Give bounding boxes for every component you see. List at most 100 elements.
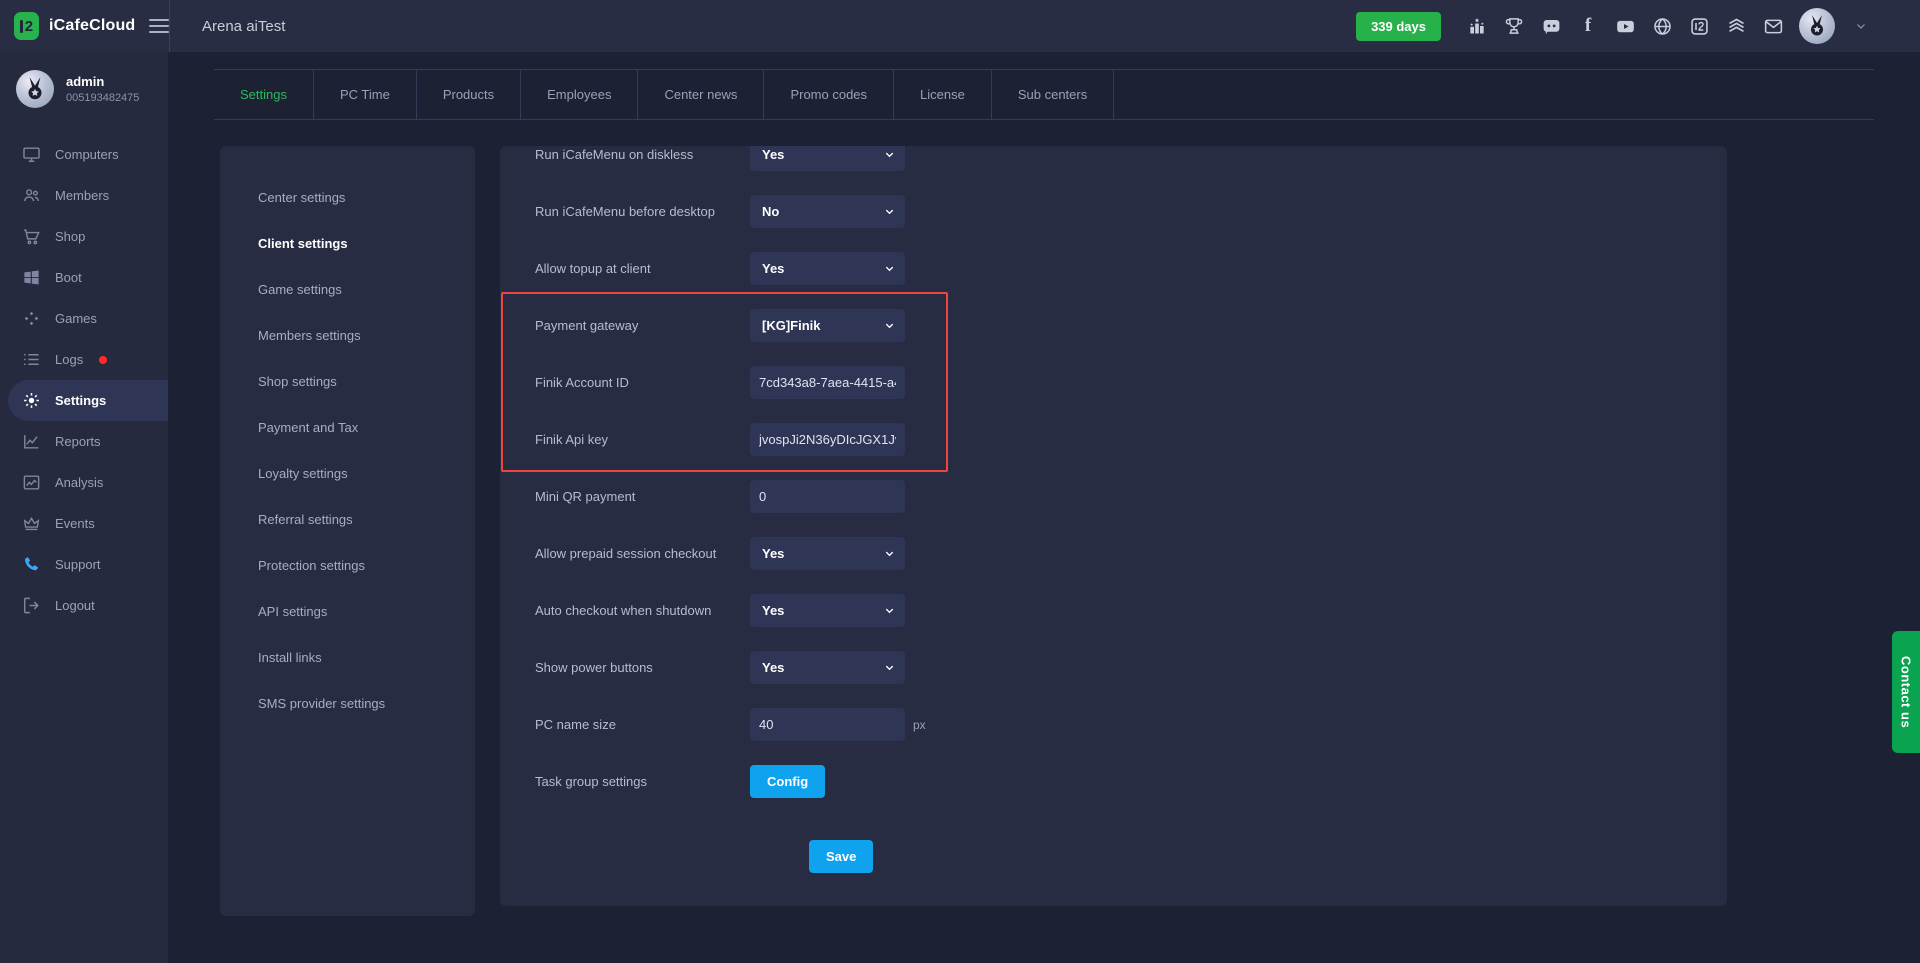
globe-icon[interactable] xyxy=(1651,15,1673,37)
payment-gateway-select[interactable]: [KG]Finik xyxy=(750,309,905,342)
field-label: Payment gateway xyxy=(535,318,750,333)
layers-icon[interactable] xyxy=(1725,15,1747,37)
sidebar-item-shop[interactable]: Shop xyxy=(0,216,168,257)
submenu-members-settings[interactable]: Members settings xyxy=(220,312,475,358)
sidebar-item-logout[interactable]: Logout xyxy=(0,585,168,626)
sidebar-item-games[interactable]: Games xyxy=(0,298,168,339)
topbar: 2 iCafeCloud Arena aiTest 339 days xyxy=(0,0,1920,52)
crown-icon xyxy=(22,514,41,533)
hamburger-menu-icon[interactable] xyxy=(149,15,169,37)
sidebar-item-events[interactable]: Events xyxy=(0,503,168,544)
field-label: Task group settings xyxy=(535,774,750,789)
tab-sub-centers[interactable]: Sub centers xyxy=(992,70,1114,119)
client-settings-form: Run iCafeMenu on diskless Yes Run iCafeM… xyxy=(500,146,1727,906)
chevron-down-icon xyxy=(884,263,895,274)
trophy-icon[interactable] xyxy=(1503,15,1525,37)
sidebar-item-reports[interactable]: Reports xyxy=(0,421,168,462)
mail-icon[interactable] xyxy=(1762,15,1784,37)
form-row-mini-qr-payment: Mini QR payment xyxy=(500,468,1727,525)
finik-account-id-input[interactable] xyxy=(750,366,905,399)
settings-panels: Center settings Client settings Game set… xyxy=(220,146,1920,916)
leaderboard-icon[interactable] xyxy=(1466,15,1488,37)
submenu-shop-settings[interactable]: Shop settings xyxy=(220,358,475,404)
tab-settings[interactable]: Settings xyxy=(214,70,314,119)
select-value: Yes xyxy=(762,546,784,561)
tab-products[interactable]: Products xyxy=(417,70,521,119)
tab-promo-codes[interactable]: Promo codes xyxy=(764,70,894,119)
form-row-run-icafemenu-on-diskless: Run iCafeMenu on diskless Yes xyxy=(500,146,1727,183)
field-label: Run iCafeMenu on diskless xyxy=(535,147,750,162)
finik-api-key-input[interactable] xyxy=(750,423,905,456)
pc-name-size-input[interactable] xyxy=(750,708,905,741)
save-button[interactable]: Save xyxy=(809,840,873,873)
youtube-icon[interactable] xyxy=(1614,15,1636,37)
chevron-down-icon[interactable] xyxy=(1850,15,1872,37)
tab-license[interactable]: License xyxy=(894,70,992,119)
field-label: Allow prepaid session checkout xyxy=(535,546,750,561)
submenu-loyalty-settings[interactable]: Loyalty settings xyxy=(220,450,475,496)
field-label: Show power buttons xyxy=(535,660,750,675)
tab-pc-time[interactable]: PC Time xyxy=(314,70,417,119)
auto-checkout-when-shutdown-select[interactable]: Yes xyxy=(750,594,905,627)
sidebar-item-support[interactable]: Support xyxy=(0,544,168,585)
logs-alert-dot xyxy=(99,356,107,364)
license-days-badge[interactable]: 339 days xyxy=(1356,12,1441,41)
submenu-payment-and-tax[interactable]: Payment and Tax xyxy=(220,404,475,450)
sidebar-item-members[interactable]: Members xyxy=(0,175,168,216)
form-row-payment-gateway: Payment gateway [KG]Finik xyxy=(500,297,1727,354)
task-group-config-button[interactable]: Config xyxy=(750,765,825,798)
allow-prepaid-session-checkout-select[interactable]: Yes xyxy=(750,537,905,570)
px-suffix: px xyxy=(913,718,926,732)
field-label: Run iCafeMenu before desktop xyxy=(535,204,750,219)
chevron-down-icon xyxy=(884,605,895,616)
run-icafemenu-on-diskless-select[interactable]: Yes xyxy=(750,146,905,171)
sidebar-item-label: Analysis xyxy=(55,475,103,490)
sidebar-user-block[interactable]: admin 005193482475 xyxy=(0,52,168,114)
submenu-client-settings[interactable]: Client settings xyxy=(220,220,475,266)
sidebar-item-settings[interactable]: Settings xyxy=(8,380,168,421)
sidebar-user-info: admin 005193482475 xyxy=(66,74,139,104)
submenu-api-settings[interactable]: API settings xyxy=(220,588,475,634)
contact-us-tab[interactable]: Contact us xyxy=(1892,631,1920,753)
settings-submenu: Center settings Client settings Game set… xyxy=(220,146,475,916)
show-power-buttons-select[interactable]: Yes xyxy=(750,651,905,684)
select-value: No xyxy=(762,204,779,219)
save-row: Save xyxy=(500,840,1727,873)
tab-bar: Settings PC Time Products Employees Cent… xyxy=(214,69,1874,120)
list-icon xyxy=(22,350,41,369)
sidebar-item-label: Support xyxy=(55,557,101,572)
form-row-pc-name-size: PC name size px xyxy=(500,696,1727,753)
sidebar-item-logs[interactable]: Logs xyxy=(0,339,168,380)
form-row-task-group-settings: Task group settings Config xyxy=(500,753,1727,810)
run-icafemenu-before-desktop-select[interactable]: No xyxy=(750,195,905,228)
select-value: Yes xyxy=(762,660,784,675)
user-id: 005193482475 xyxy=(66,92,139,104)
icafecloud-icon[interactable] xyxy=(1688,15,1710,37)
submenu-game-settings[interactable]: Game settings xyxy=(220,266,475,312)
sidebar-item-label: Members xyxy=(55,188,109,203)
field-label: Allow topup at client xyxy=(535,261,750,276)
sidebar-item-analysis[interactable]: Analysis xyxy=(0,462,168,503)
user-avatar[interactable] xyxy=(1799,8,1835,44)
tab-employees[interactable]: Employees xyxy=(521,70,638,119)
allow-topup-at-client-select[interactable]: Yes xyxy=(750,252,905,285)
sidebar-item-label: Computers xyxy=(55,147,119,162)
submenu-protection-settings[interactable]: Protection settings xyxy=(220,542,475,588)
tab-center-news[interactable]: Center news xyxy=(638,70,764,119)
sidebar-item-boot[interactable]: Boot xyxy=(0,257,168,298)
submenu-install-links[interactable]: Install links xyxy=(220,634,475,680)
sidebar-item-label: Logout xyxy=(55,598,95,613)
mini-qr-payment-input[interactable] xyxy=(750,480,905,513)
topbar-brand-section: 2 iCafeCloud xyxy=(0,0,170,52)
field-label: Finik Account ID xyxy=(535,375,750,390)
gear-icon xyxy=(22,391,41,410)
submenu-center-settings[interactable]: Center settings xyxy=(220,174,475,220)
discord-icon[interactable] xyxy=(1540,15,1562,37)
sidebar-item-computers[interactable]: Computers xyxy=(0,134,168,175)
submenu-sms-provider-settings[interactable]: SMS provider settings xyxy=(220,680,475,726)
facebook-icon[interactable]: f xyxy=(1577,15,1599,37)
submenu-referral-settings[interactable]: Referral settings xyxy=(220,496,475,542)
sidebar: admin 005193482475 Computers Members Sho… xyxy=(0,52,168,963)
select-value: Yes xyxy=(762,261,784,276)
app-logo-icon[interactable]: 2 xyxy=(14,12,39,40)
